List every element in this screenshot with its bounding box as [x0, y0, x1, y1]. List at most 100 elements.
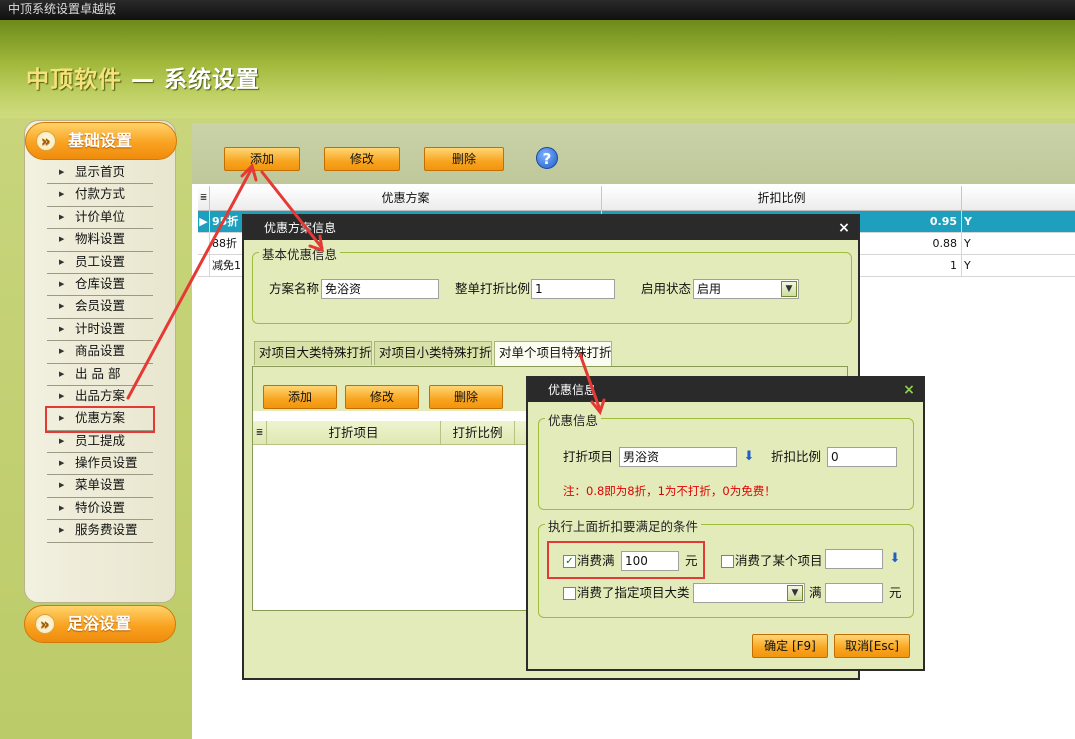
- double-chevron-icon: [35, 606, 55, 642]
- title-text: 系统设置: [164, 67, 261, 93]
- discount-ratio-input[interactable]: 0: [827, 447, 897, 467]
- cancel-button[interactable]: 取消[Esc]: [834, 634, 910, 658]
- category-foot-bath-settings[interactable]: 足浴设置: [24, 605, 176, 643]
- group-legend: 基本优惠信息: [259, 244, 341, 263]
- item-delete-button[interactable]: 删除: [429, 385, 503, 409]
- cell-flag: Y: [964, 259, 971, 272]
- amount-condition-checkbox[interactable]: ✓: [563, 555, 576, 568]
- basic-info-group: 基本优惠信息 方案名称 免浴资 整单打折比例 1 启用状态 启用 ▼: [252, 244, 852, 324]
- item-condition-label: 消费了某个项目: [735, 553, 823, 568]
- download-arrow-icon[interactable]: ⬇: [739, 448, 759, 466]
- sidebar-item[interactable]: 出 品 部: [47, 364, 153, 386]
- amount-condition-input[interactable]: 100: [621, 551, 679, 571]
- discount-note: 注：0.8即为8折，1为不打折，0为免费！: [563, 484, 776, 498]
- condition-group: 执行上面折扣要满足的条件 ✓ 消费满 100 元 消费了某个项目 ⬇ 消费了指定…: [538, 516, 914, 618]
- cell-flag: Y: [964, 215, 972, 228]
- item-edit-button[interactable]: 修改: [345, 385, 419, 409]
- sidebar-item[interactable]: 员工提成: [47, 431, 153, 454]
- group-legend: 优惠信息: [545, 410, 602, 429]
- chevron-down-icon[interactable]: ▼: [781, 281, 797, 297]
- ok-button[interactable]: 确定 [F9]: [752, 634, 828, 658]
- dialog-title-bar[interactable]: 优惠信息 ×: [528, 378, 923, 402]
- chevron-down-icon[interactable]: ▼: [787, 585, 803, 601]
- window-title-bar: 中顶系统设置卓越版: [0, 0, 1075, 20]
- sidebar-item[interactable]: 显示首页: [47, 162, 153, 185]
- plan-name-input[interactable]: 免浴资: [321, 279, 439, 299]
- close-icon[interactable]: ×: [836, 216, 852, 240]
- category-condition-select[interactable]: ▼: [693, 583, 805, 603]
- item-add-button[interactable]: 添加: [263, 385, 337, 409]
- dialog-title: 优惠信息: [548, 383, 597, 397]
- discount-item-input[interactable]: 男浴资: [619, 447, 737, 467]
- status-value: 启用: [697, 282, 722, 296]
- column-chooser-icon[interactable]: ≣: [253, 421, 267, 445]
- tab-subcategory-discount[interactable]: 对项目小类特殊打折: [374, 341, 492, 365]
- edit-button[interactable]: 修改: [324, 147, 400, 171]
- category-amount-input[interactable]: [825, 583, 883, 603]
- download-arrow-icon[interactable]: ⬇: [885, 550, 905, 568]
- item-condition-checkbox[interactable]: [721, 555, 734, 568]
- sidebar-item[interactable]: 会员设置: [47, 296, 153, 319]
- sidebar-item[interactable]: 仓库设置: [47, 274, 153, 297]
- category-condition-checkbox[interactable]: [563, 587, 576, 600]
- sidebar-item[interactable]: 菜单设置: [47, 475, 153, 498]
- category-condition-label: 消费了指定项目大类: [577, 585, 690, 600]
- item-condition-input[interactable]: [825, 549, 883, 569]
- discount-info-group: 优惠信息 打折项目 男浴资 ⬇ 折扣比例 0 注：0.8即为8折，1为不打折，0…: [538, 410, 914, 510]
- unit-label: 元: [685, 553, 698, 568]
- unit-label: 元: [889, 585, 902, 600]
- sidebar-item[interactable]: 服务费设置: [47, 520, 153, 543]
- discount-ratio-label: 折扣比例: [771, 449, 822, 464]
- category-basic-settings[interactable]: 基础设置: [25, 122, 177, 160]
- overall-ratio-input[interactable]: 1: [531, 279, 615, 299]
- column-header-plan[interactable]: 优惠方案: [210, 186, 602, 211]
- page-title: 中顶软件 — 系统设置: [26, 60, 260, 94]
- tab-single-item-discount[interactable]: 对单个项目特殊打折: [494, 341, 612, 366]
- tab-category-discount[interactable]: 对项目大类特殊打折: [254, 341, 372, 365]
- row-indicator-icon: [198, 233, 210, 255]
- main-toolbar: 添加 修改 删除 ?: [192, 123, 1075, 184]
- dialog-title: 优惠方案信息: [264, 221, 337, 235]
- cell-flag: Y: [964, 237, 971, 250]
- help-icon[interactable]: ?: [536, 147, 558, 169]
- discount-info-dialog: 优惠信息 × 优惠信息 打折项目 男浴资 ⬇ 折扣比例 0 注：0.8即为8折，…: [526, 376, 925, 671]
- plan-name-label: 方案名称: [269, 281, 320, 296]
- sidebar-item[interactable]: 计价单位: [47, 207, 153, 230]
- delete-button[interactable]: 删除: [424, 147, 504, 171]
- app-header: 中顶软件 — 系统设置: [0, 20, 1075, 118]
- sidebar-item[interactable]: 计时设置: [47, 319, 153, 342]
- title-separator: —: [122, 67, 165, 93]
- row-indicator-icon: [198, 255, 210, 277]
- amount-condition-label: 消费满: [577, 553, 615, 568]
- sidebar-item[interactable]: 优惠方案: [45, 406, 155, 433]
- category-label: 基础设置: [68, 131, 133, 150]
- dialog-title-bar[interactable]: 优惠方案信息 ×: [244, 216, 858, 240]
- row-indicator-icon: ▶: [198, 211, 210, 233]
- column-header-ratio[interactable]: 折扣比例: [602, 186, 962, 211]
- double-chevron-icon: [36, 123, 56, 159]
- sidebar-item[interactable]: 操作员设置: [47, 453, 153, 476]
- window-title: 中顶系统设置卓越版: [8, 2, 117, 16]
- brand-name: 中顶软件: [26, 67, 122, 93]
- sidebar-item[interactable]: 商品设置: [47, 341, 153, 364]
- discount-item-label: 打折项目: [563, 449, 614, 464]
- column-chooser-icon[interactable]: ≣: [198, 186, 210, 211]
- status-select[interactable]: 启用 ▼: [693, 279, 799, 299]
- sidebar-item[interactable]: 出品方案: [47, 386, 153, 409]
- add-button[interactable]: 添加: [224, 147, 300, 171]
- sidebar-item[interactable]: 物料设置: [47, 229, 153, 252]
- column-header-item[interactable]: 打折项目: [267, 421, 441, 445]
- sidebar-item[interactable]: 特价设置: [47, 498, 153, 521]
- sidebar-menu: 显示首页付款方式计价单位物料设置员工设置仓库设置会员设置计时设置商品设置出 品 …: [45, 162, 155, 543]
- overall-ratio-label: 整单打折比例: [455, 281, 531, 296]
- group-legend: 执行上面折扣要满足的条件: [545, 516, 702, 535]
- sidebar-item[interactable]: 付款方式: [47, 184, 153, 207]
- status-label: 启用状态: [641, 281, 692, 296]
- full-label: 满: [809, 585, 822, 600]
- sidebar-item[interactable]: 员工设置: [47, 252, 153, 274]
- column-header-item-ratio[interactable]: 打折比例: [441, 421, 515, 445]
- category-label: 足浴设置: [67, 614, 132, 633]
- sidebar: 基础设置 显示首页付款方式计价单位物料设置员工设置仓库设置会员设置计时设置商品设…: [24, 120, 177, 603]
- table-header: ≣ 优惠方案 折扣比例: [198, 186, 1075, 211]
- close-icon[interactable]: ×: [901, 378, 917, 402]
